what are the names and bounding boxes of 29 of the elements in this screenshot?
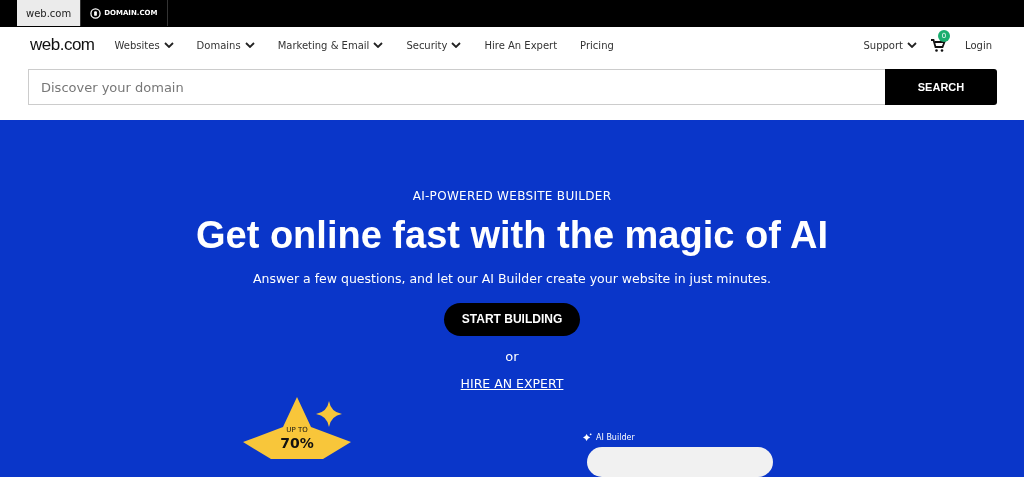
brand-tab[interactable]: web.com [17,0,82,26]
hero-subtitle: Answer a few questions, and let our AI Builder create your website in just minutes. [253,270,771,286]
search-button[interactable]: SEARCH [885,69,997,105]
start-building-button[interactable]: START BUILDING [443,302,581,336]
nav-menu-item[interactable]: Pricing [580,39,614,51]
sparkle-icon [583,433,592,442]
domain-search-field[interactable]: Discover your domain [28,69,885,105]
logo[interactable]: web.com [30,35,95,55]
hero-title: Get online fast with the magic of AI [196,215,828,257]
nav-menu-item[interactable]: Hire An Expert [484,39,558,51]
support-menu[interactable]: Support [863,39,917,51]
chevron-down-icon [907,42,917,48]
cart-icon[interactable] [930,37,946,53]
chevron-down-icon [451,42,462,48]
chevron-down-icon [244,42,255,48]
chevron-down-icon [163,42,174,48]
badge-percent: 70% [280,436,314,450]
chevron-down-icon [373,42,384,48]
login-link[interactable]: Login [965,39,992,51]
nav-menu-item[interactable]: Websites [114,39,174,51]
nav-menu-item[interactable]: Security [406,39,462,51]
or-text: or [505,349,519,364]
d-logo-icon [90,7,102,19]
eyebrow-text: AI-POWERED WEBSITE BUILDER [412,189,612,203]
sparkle-icon [316,401,342,427]
hire-expert-link[interactable]: HIRE AN EXPERT [460,376,564,391]
nav-menu-item[interactable]: Domains [196,39,255,51]
builder-label: AI Builder [596,433,635,442]
nav-menu-item[interactable]: Marketing & Email [277,39,384,51]
